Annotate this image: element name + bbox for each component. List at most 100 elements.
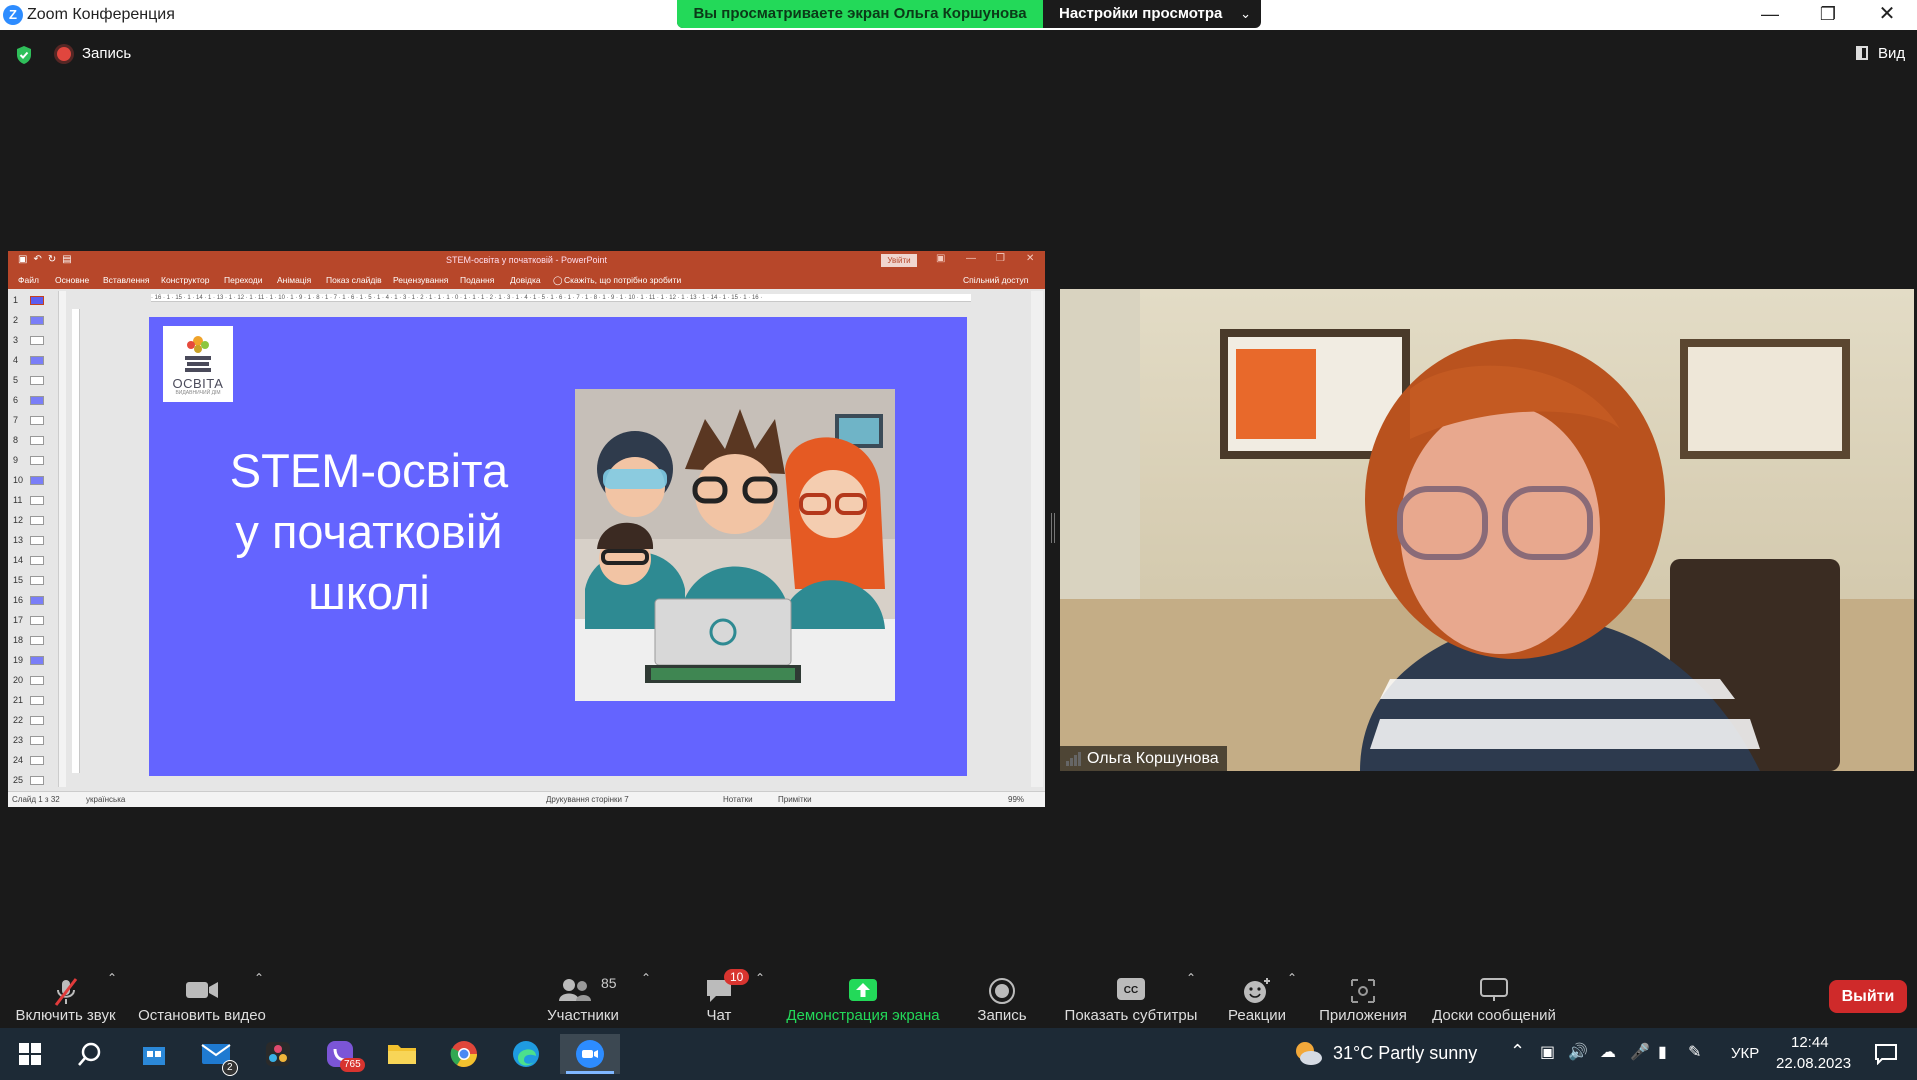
microphone-muted-icon bbox=[54, 978, 77, 1006]
slide-title: STEM-освіта у початковій школі bbox=[209, 440, 529, 623]
chrome-icon[interactable] bbox=[444, 1034, 484, 1074]
slide-title-line-1: STEM-освіта bbox=[229, 444, 509, 497]
ppt-thumbnail: 7 bbox=[8, 411, 56, 431]
windows-start-icon[interactable] bbox=[10, 1034, 50, 1074]
ppt-restore-icon: ❐ bbox=[996, 253, 1005, 264]
osvita-logo-text: ОСВІТА bbox=[172, 376, 224, 391]
ppt-tab-design: Конструктор bbox=[161, 275, 210, 285]
recording-indicator[interactable]: Запись bbox=[82, 45, 131, 62]
tray-overflow-chevron-icon[interactable]: ⌃ bbox=[1510, 1041, 1525, 1062]
microphone-icon[interactable]: 🎤 bbox=[1630, 1042, 1650, 1062]
ppt-thumbnail: 14 bbox=[8, 551, 56, 571]
ppt-thumbnail: 10 bbox=[8, 471, 56, 491]
viber-badge: 765 bbox=[340, 1058, 365, 1072]
encryption-shield-icon[interactable] bbox=[15, 45, 33, 65]
whiteboards-button[interactable]: Доски сообщений bbox=[1424, 963, 1564, 1028]
captions-options-caret-icon[interactable]: ⌃ bbox=[1186, 971, 1196, 985]
clock-date[interactable]: 22.08.2023 bbox=[1776, 1055, 1851, 1072]
share-banner: Вы просматриваете экран Ольга Коршунова … bbox=[677, 0, 1261, 28]
split-view-drag-handle[interactable] bbox=[1051, 513, 1055, 543]
ppt-thumbnail: 22 bbox=[8, 711, 56, 731]
participant-name-tag: Ольга Коршунова bbox=[1060, 746, 1227, 771]
ppt-slide-thumbnails: 1 2 3 4 5 6 7 8 9 10 11 12 13 14 15 16 1… bbox=[8, 291, 56, 787]
chat-label: Чат bbox=[706, 1007, 732, 1024]
chevron-down-icon[interactable]: ⌄ bbox=[1240, 0, 1251, 28]
ppt-thumbnail: 13 bbox=[8, 531, 56, 551]
share-screen-button[interactable]: Демонстрация экрана bbox=[780, 963, 946, 1028]
ppt-thumbnail: 1 bbox=[8, 291, 56, 311]
ppt-tab-slideshow: Показ слайдів bbox=[326, 275, 382, 285]
unmute-button[interactable]: Включить звук bbox=[8, 963, 123, 1028]
video-camera-icon bbox=[186, 982, 218, 998]
show-captions-label: Показать субтитры bbox=[1064, 1007, 1198, 1024]
reactions-options-caret-icon[interactable]: ⌃ bbox=[1287, 971, 1297, 985]
ppt-tab-animations: Анімація bbox=[277, 275, 312, 285]
battery-icon[interactable]: ▮ bbox=[1658, 1042, 1667, 1062]
record-label: Запись bbox=[977, 1007, 1027, 1024]
ppt-tab-view: Подання bbox=[460, 275, 495, 285]
ppt-thumbnail: 20 bbox=[8, 671, 56, 691]
notifications-icon[interactable] bbox=[1866, 1034, 1906, 1074]
ppt-thumbnail: 9 bbox=[8, 451, 56, 471]
video-options-caret-icon[interactable]: ⌃ bbox=[254, 971, 264, 985]
apps-label: Приложения bbox=[1319, 1007, 1407, 1024]
ppt-thumbnail: 11 bbox=[8, 491, 56, 511]
close-button[interactable]: ✕ bbox=[1860, 0, 1914, 30]
ppt-thumbnail: 8 bbox=[8, 431, 56, 451]
davinci-resolve-icon[interactable] bbox=[258, 1034, 298, 1074]
weather-text[interactable]: 31°C Partly sunny bbox=[1333, 1043, 1477, 1064]
record-button[interactable]: Запись bbox=[970, 963, 1034, 1028]
apps-button[interactable]: Приложения bbox=[1314, 963, 1412, 1028]
ppt-thumbnail: 2 bbox=[8, 311, 56, 331]
viber-icon[interactable]: 765 bbox=[320, 1034, 365, 1074]
mail-icon[interactable]: 2 bbox=[196, 1034, 238, 1076]
view-button[interactable]: Вид bbox=[1878, 45, 1905, 62]
ppt-thumbnail: 6 bbox=[8, 391, 56, 411]
participant-video-tile[interactable]: Ольга Коршунова bbox=[1060, 289, 1914, 771]
ppt-tab-home: Основне bbox=[55, 275, 90, 285]
restore-button[interactable]: ❐ bbox=[1801, 0, 1855, 30]
clock-time[interactable]: 12:44 bbox=[1791, 1034, 1829, 1051]
ppt-vertical-ruler bbox=[72, 309, 80, 773]
whiteboard-icon bbox=[1480, 978, 1508, 1001]
chat-options-caret-icon[interactable]: ⌃ bbox=[755, 971, 765, 985]
pen-icon[interactable]: ✎ bbox=[1688, 1042, 1701, 1062]
ppt-thumbnail: 18 bbox=[8, 631, 56, 651]
stop-video-button[interactable]: Остановить видео bbox=[136, 963, 268, 1028]
minimize-button[interactable]: — bbox=[1743, 0, 1797, 30]
zoom-taskbar-icon[interactable] bbox=[560, 1034, 620, 1074]
share-screen-label: Демонстрация экрана bbox=[786, 1007, 940, 1024]
recording-dot-icon bbox=[57, 47, 71, 61]
leave-meeting-button[interactable]: Выйти bbox=[1829, 980, 1907, 1013]
show-captions-button[interactable]: CC Показать субтитры bbox=[1058, 963, 1204, 1028]
ppt-tab-transitions: Переходи bbox=[224, 275, 263, 285]
ppt-titlebar: ▣↶↻▤ STEM-освіта у початковій - PowerPoi… bbox=[8, 251, 1045, 271]
view-layout-icon bbox=[1856, 46, 1868, 60]
zoom-logo-icon: Z bbox=[3, 5, 23, 25]
ppt-statusbar: Слайд 1 з 32 українська Друкування сторі… bbox=[8, 791, 1045, 807]
ppt-minimize-icon: — bbox=[966, 253, 976, 264]
meet-now-icon[interactable]: ▣ bbox=[1540, 1042, 1555, 1062]
shared-screen-powerpoint[interactable]: ▣↶↻▤ STEM-освіта у початковій - PowerPoi… bbox=[8, 251, 1045, 807]
store-icon[interactable] bbox=[134, 1034, 174, 1074]
file-explorer-icon[interactable] bbox=[382, 1034, 422, 1074]
chat-button[interactable]: 10 Чат bbox=[690, 963, 750, 1028]
onedrive-icon[interactable]: ☁ bbox=[1600, 1042, 1616, 1062]
participants-options-caret-icon[interactable]: ⌃ bbox=[641, 971, 651, 985]
volume-icon[interactable]: 🔊 bbox=[1568, 1042, 1588, 1062]
audio-options-caret-icon[interactable]: ⌃ bbox=[107, 971, 117, 985]
smiley-plus-icon bbox=[1244, 978, 1270, 1003]
reactions-button[interactable]: Реакции bbox=[1220, 963, 1294, 1028]
ppt-thumbnail: 25 bbox=[8, 771, 56, 791]
ppt-ribbon-tabs: Файл Основне Вставлення Конструктор Пере… bbox=[8, 271, 1045, 289]
search-icon[interactable] bbox=[70, 1034, 110, 1074]
ppt-lightbulb-icon: ◯ bbox=[553, 275, 563, 285]
participants-button[interactable]: 85 Участники bbox=[540, 963, 626, 1028]
edge-icon[interactable] bbox=[506, 1034, 546, 1074]
meeting-toolbar: Включить звук ⌃ Остановить видео ⌃ 85 Уч… bbox=[0, 963, 1917, 1028]
apps-grid-icon bbox=[1351, 979, 1375, 1003]
view-settings-button[interactable]: Настройки просмотра bbox=[1043, 0, 1261, 28]
ppt-thumbnail: 3 bbox=[8, 331, 56, 351]
input-language[interactable]: УКР bbox=[1731, 1045, 1759, 1062]
ppt-thumbnail: 23 bbox=[8, 731, 56, 751]
